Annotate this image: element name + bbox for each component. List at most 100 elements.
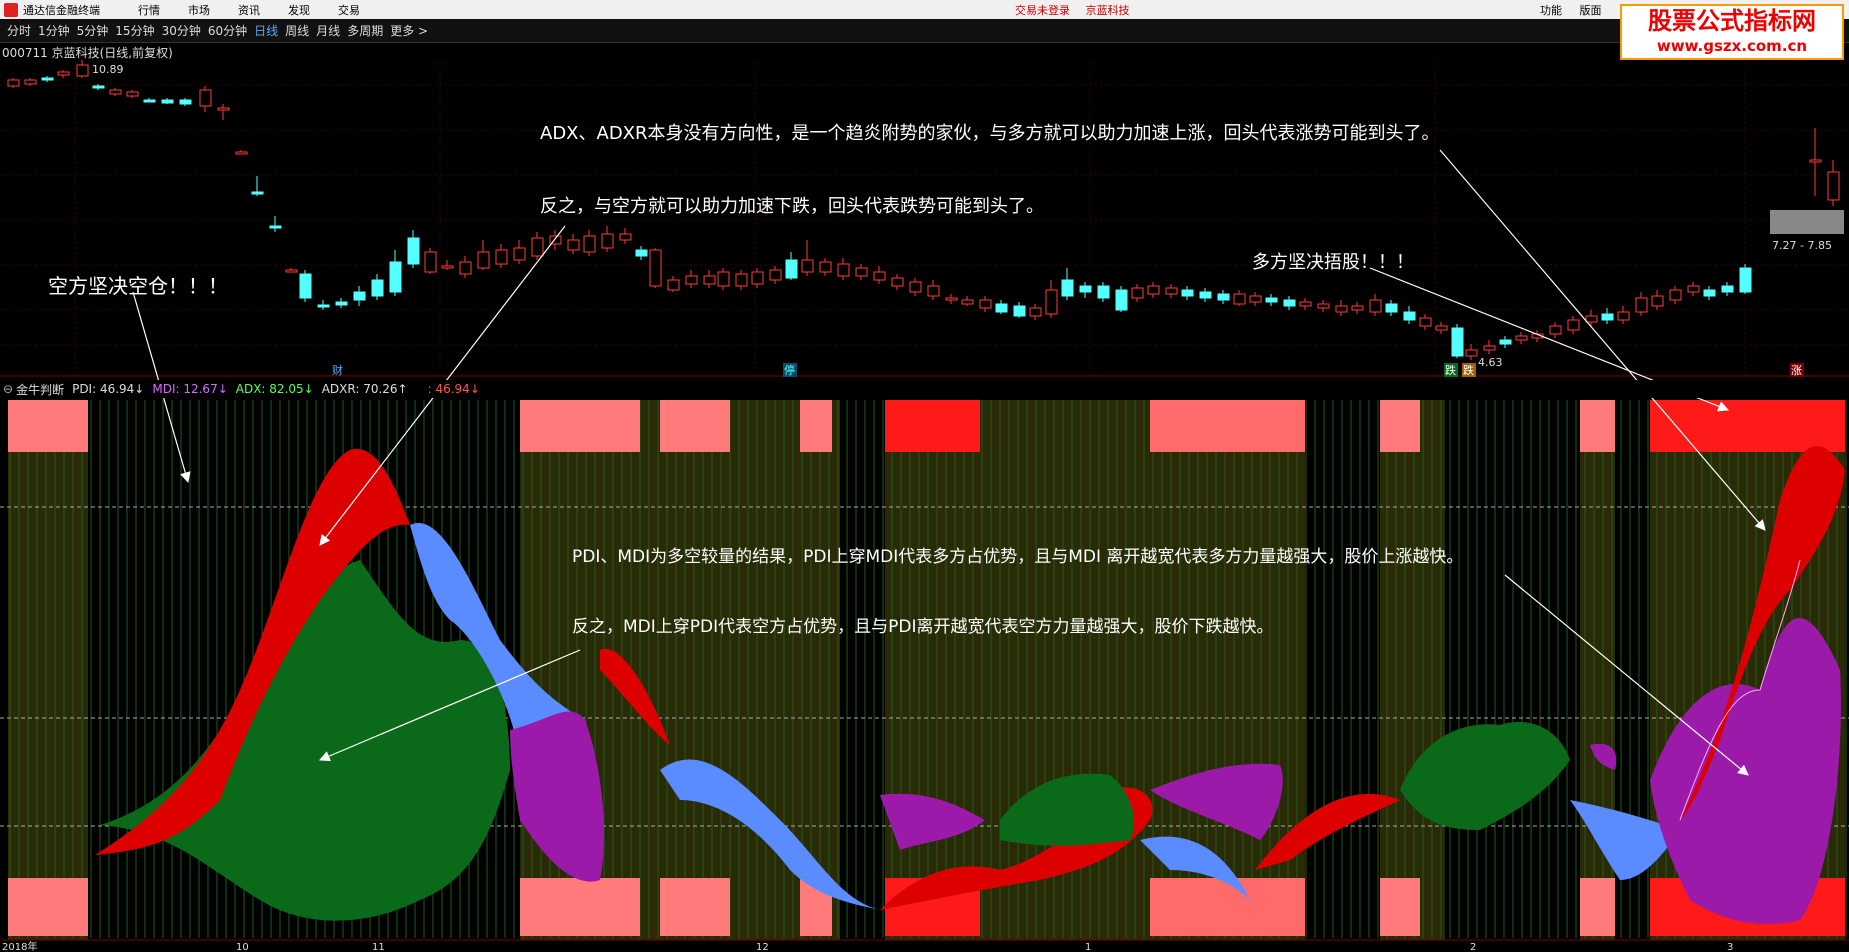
candle-body — [1265, 297, 1278, 303]
candle-body — [1601, 313, 1614, 321]
candle-body — [1635, 297, 1648, 313]
candle-body — [1827, 171, 1840, 201]
candle-body — [927, 285, 940, 297]
candle-body — [1739, 267, 1752, 293]
annotation-pdi-2: 反之，MDI上穿PDI代表空方占优势，且与PDI离开越宽代表空方力量越强大，股价… — [572, 617, 1274, 637]
event-label[interactable]: 财 — [332, 363, 343, 377]
candle-body — [335, 301, 348, 306]
candle-body — [751, 271, 764, 285]
candle-body — [1029, 307, 1042, 317]
candle-body — [703, 275, 716, 285]
price-range-label: 7.27 - 7.85 — [1772, 239, 1832, 252]
candle-body — [945, 297, 958, 301]
candle-body — [583, 235, 596, 253]
candle-body — [1483, 345, 1496, 351]
candle-body — [801, 259, 814, 273]
candle-body — [1451, 327, 1464, 357]
candle-body — [424, 251, 437, 273]
date-label: 1 — [1085, 942, 1091, 952]
candle-body — [179, 99, 192, 105]
price-vgrid — [74, 62, 1746, 375]
date-label: 10 — [236, 942, 249, 952]
candle-body — [1499, 339, 1512, 345]
candle-body — [76, 64, 89, 77]
extra-value: : 46.94↓ — [427, 382, 480, 396]
event-label[interactable]: 跌 — [1463, 363, 1474, 377]
candle-body — [371, 279, 384, 297]
candle-body — [735, 273, 748, 287]
candle-body — [979, 299, 992, 309]
candle-body — [1515, 335, 1528, 341]
candle-body — [109, 89, 122, 95]
candle-body — [1809, 159, 1822, 163]
candle-body — [1249, 295, 1262, 303]
candle-body — [24, 79, 37, 85]
candle-body — [837, 263, 850, 277]
candle-body — [389, 261, 402, 293]
candle-body — [1567, 319, 1580, 331]
event-label[interactable]: 跌 — [1445, 363, 1456, 377]
candle-body — [873, 271, 886, 281]
date-label: 3 — [1727, 942, 1733, 952]
candle-body — [769, 269, 782, 281]
candle-body — [1651, 295, 1664, 307]
candle-body — [1617, 311, 1630, 321]
candle-body — [635, 249, 648, 257]
candle-body — [1079, 285, 1092, 293]
candle-body — [819, 261, 832, 273]
event-label[interactable]: 停 — [784, 363, 795, 377]
candle-body — [92, 85, 105, 89]
candle-body — [1097, 285, 1110, 299]
candle-body — [1317, 303, 1330, 309]
date-label: 2018年 — [2, 940, 37, 952]
candle-body — [1181, 289, 1194, 297]
candle-body — [1419, 317, 1432, 327]
candle-body — [1335, 305, 1348, 313]
candle-body — [1369, 299, 1382, 313]
candle-body — [717, 271, 730, 287]
candle-body — [1013, 305, 1026, 317]
candle-body — [57, 71, 70, 76]
annotation-bear: 空方坚决空仓！！！ — [48, 274, 228, 298]
date-label: 2 — [1470, 942, 1476, 952]
indicator-name[interactable]: 金牛判断 — [16, 381, 64, 398]
candle-body — [1687, 285, 1700, 293]
candle-body — [407, 237, 420, 265]
collapse-icon[interactable]: ⊖ — [3, 382, 13, 396]
date-axis: 2018年 10 11 12 1 2 3 — [2, 940, 1733, 952]
date-label: 12 — [756, 942, 769, 952]
candle-body — [667, 279, 680, 291]
candle-body — [1199, 291, 1212, 299]
mdi-value: MDI: 12.67↓ — [152, 382, 228, 396]
candle-body — [199, 89, 212, 107]
candle-body — [855, 267, 868, 277]
candle-body — [317, 304, 330, 308]
date-label: 11 — [372, 942, 385, 952]
candle-body — [269, 225, 282, 229]
candle-body — [217, 107, 230, 111]
watermark-logo: 股票公式指标网 www.gszx.com.cn — [1620, 4, 1844, 60]
candle-body — [495, 249, 508, 265]
candle-body — [891, 277, 904, 287]
event-label[interactable]: 涨 — [1791, 364, 1802, 377]
candle-body — [251, 191, 264, 195]
candle-body — [567, 239, 580, 251]
candle-body — [619, 233, 632, 241]
indicator-header: ⊖ 金牛判断 PDI: 46.94↓ MDI: 12.67↓ ADX: 82.0… — [0, 380, 1849, 398]
candle-body — [1585, 315, 1598, 323]
annotation-bull: 多方坚决捂股！！！ — [1252, 252, 1414, 273]
candle-body — [477, 251, 490, 269]
candle-body — [459, 261, 472, 275]
candle-body — [1115, 289, 1128, 311]
annotation-pdi-1: PDI、MDI为多空较量的结果，PDI上穿MDI代表多方占优势，且与MDI 离开… — [572, 547, 1464, 567]
candle-body — [909, 281, 922, 293]
adxr-value: ADXR: 70.26↑ — [321, 382, 408, 396]
candle-body — [441, 265, 454, 269]
candle-body — [649, 249, 662, 287]
candle-body — [41, 77, 54, 81]
candle-body — [1299, 301, 1312, 307]
candle-body — [1403, 311, 1416, 321]
candle-body — [1351, 305, 1364, 311]
candle-body — [1721, 285, 1734, 293]
watermark-url: www.gszx.com.cn — [1656, 37, 1808, 55]
